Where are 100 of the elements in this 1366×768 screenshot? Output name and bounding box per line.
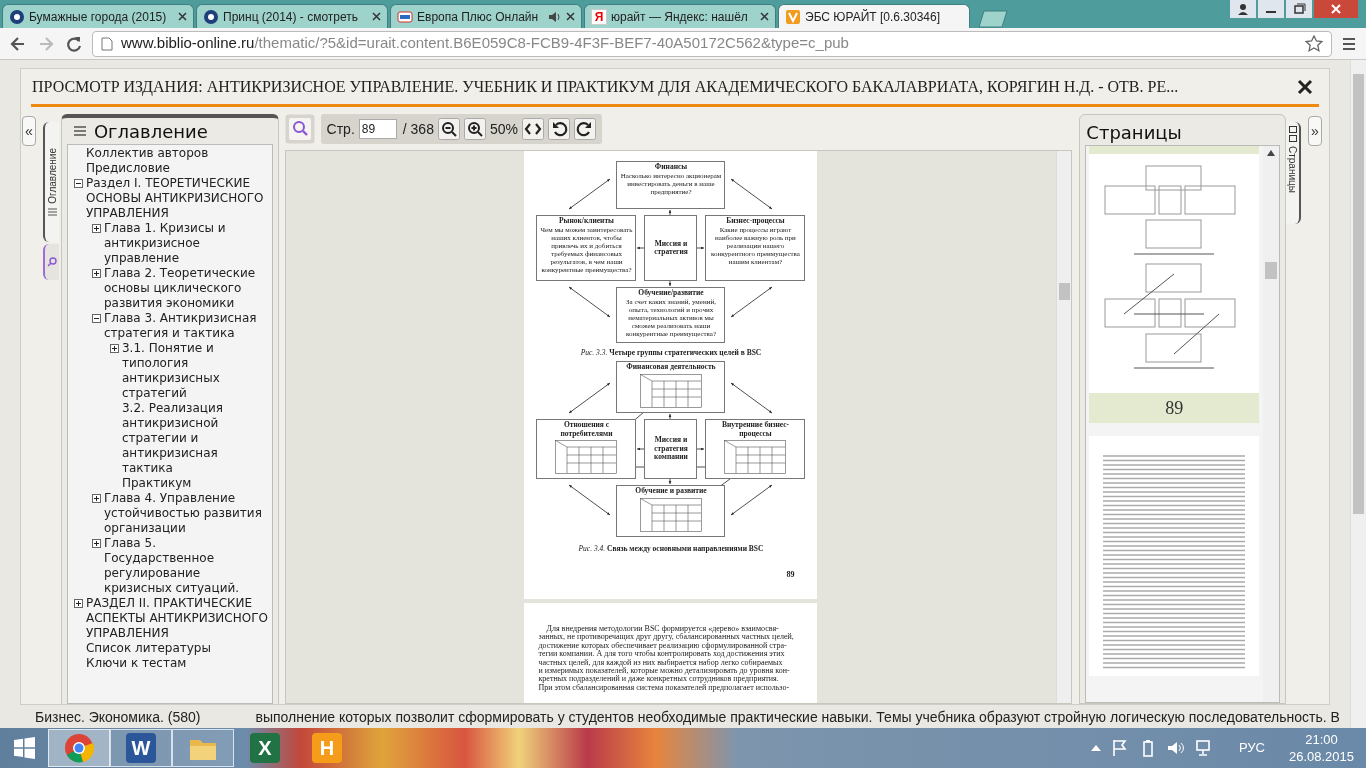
clock-time[interactable]: 21:00: [1305, 731, 1338, 748]
plus-icon[interactable]: [91, 269, 101, 278]
user-icon[interactable]: [1230, 0, 1256, 18]
tab-title: юрайт — Яндекс: нашёл: [611, 8, 748, 26]
plus-icon[interactable]: [91, 539, 101, 548]
radio-favicon: [397, 8, 413, 25]
arrow: [569, 178, 611, 210]
close-icon[interactable]: [1297, 78, 1313, 95]
urait-favicon: [785, 8, 801, 25]
volume-icon[interactable]: [1166, 739, 1185, 757]
page-label: Стр.: [326, 119, 355, 139]
collapse-button[interactable]: «: [22, 116, 36, 146]
side-tab[interactable]: Страницы: [1286, 122, 1302, 224]
page-scrollbar[interactable]: [1350, 60, 1366, 728]
arrow: [731, 484, 773, 516]
toc-item[interactable]: Ключи к тестам: [85, 656, 187, 671]
zoom-in-button[interactable]: [463, 118, 486, 140]
word-icon: W: [126, 733, 156, 763]
restore-button[interactable]: [1286, 0, 1312, 18]
toc-item[interactable]: РАЗДЕЛ II. ПРАКТИЧЕСКИЕ АСПЕКТЫ АНТИКРИЗИСНОГО УПРАВЛЕНИЯ: [85, 596, 270, 641]
page-number: 89: [1164, 397, 1185, 420]
flag-icon[interactable]: [1110, 739, 1129, 757]
close-button[interactable]: [1314, 0, 1358, 18]
plus-icon[interactable]: [109, 344, 119, 353]
tab-title: ЭБС ЮРАЙТ [0.6.30346]: [805, 8, 941, 26]
minimize-button[interactable]: [1258, 0, 1284, 18]
minus-icon[interactable]: [91, 314, 101, 323]
toc-item[interactable]: Глава 5. Государственное регулирование кризисных ситуаций.: [103, 536, 270, 596]
page-thumbnail[interactable]: 89: [1089, 146, 1260, 423]
clock-date[interactable]: 26.08.2015: [1288, 748, 1354, 765]
table-drawing: [639, 497, 702, 532]
fit-width-button[interactable]: [521, 118, 544, 140]
thumbnail-scrollbar[interactable]: [1263, 146, 1280, 702]
plus-icon[interactable]: [73, 599, 83, 608]
page-input[interactable]: 89: [358, 119, 397, 139]
side-tab[interactable]: Оглавление: [43, 122, 59, 242]
table-drawing: [724, 440, 787, 474]
side-tab[interactable]: [43, 244, 59, 280]
plus-icon[interactable]: [91, 494, 101, 503]
scrollbar-thumb[interactable]: [1353, 74, 1364, 514]
search-icon: [47, 257, 57, 267]
zoom-level: 50%: [489, 119, 518, 139]
browser-tab[interactable]: Я юрайт — Яндекс: нашёл: [584, 4, 776, 28]
search-button[interactable]: [284, 114, 315, 144]
toc-item[interactable]: 3.1. Понятие и типология антикризисных стратегий: [121, 341, 270, 401]
arrow: [697, 447, 705, 451]
scrollbar-thumb[interactable]: [1265, 262, 1278, 279]
speaker-icon: [548, 9, 562, 24]
toc-item[interactable]: Глава 1. Кризисы и антикризисное управление: [103, 221, 270, 266]
toc-item[interactable]: Глава 3. Антикризисная стратегия и тактика: [103, 311, 270, 341]
zoom-out-button[interactable]: [437, 118, 460, 140]
toc-item[interactable]: Раздел I. ТЕОРЕТИЧЕСКИЕ ОСНОВЫ АНТИКРИЗИСНОГО УПРАВЛЕНИЯ: [85, 176, 270, 221]
taskbar-item[interactable]: X: [234, 729, 296, 767]
toc-item[interactable]: Практикум: [121, 476, 192, 491]
star-icon[interactable]: [1305, 34, 1323, 53]
close-icon[interactable]: [178, 12, 187, 21]
close-icon[interactable]: [566, 12, 575, 21]
scroll-up-icon[interactable]: [1267, 150, 1276, 156]
arrow: [569, 484, 611, 516]
yandex-favicon: Я: [591, 8, 607, 25]
language-indicator[interactable]: РУС: [1238, 738, 1265, 758]
close-icon[interactable]: [372, 12, 381, 21]
tab-title: Принц (2014) - смотреть: [223, 8, 359, 26]
scrollbar-thumb[interactable]: [1058, 283, 1070, 300]
browser-tab[interactable]: Бумажные города (2015): [2, 4, 194, 28]
arrow: [669, 280, 672, 287]
toc-item[interactable]: Глава 4. Управление устойчивостью развития организации: [103, 491, 270, 536]
show-hidden-icon[interactable]: [1090, 745, 1101, 751]
rotate-left-button[interactable]: [547, 118, 570, 140]
plus-icon[interactable]: [91, 224, 101, 233]
taskbar-item[interactable]: W: [110, 729, 172, 767]
app-icon: H: [312, 733, 342, 763]
arrow: [569, 382, 611, 414]
list-icon: [73, 126, 86, 136]
viewer-scrollbar[interactable]: [1056, 151, 1072, 703]
toc-item[interactable]: Глава 2. Теоретические основы циклического развития экономики: [103, 266, 270, 311]
browser-tab[interactable]: Европа Плюс Онлайн: [390, 4, 582, 28]
toc-item[interactable]: Коллектив авторов: [85, 146, 209, 161]
toc-item[interactable]: 3.2. Реализация антикризисной стратегии и антикризисная тактика: [121, 401, 270, 476]
toc-item[interactable]: Список литературы: [85, 641, 211, 656]
minus-icon[interactable]: [73, 179, 83, 188]
background-text: Бизнес. Экономика. (580): [35, 708, 201, 727]
viewer-title: ПРОСМОТР ИЗДАНИЯ: АНТИКРИЗИСНОЕ УПРАВЛЕНИЕ. УЧЕБНИК И ПРАКТИКУМ ДЛЯ АКАДЕМИЧЕСКОГО БАКАЛАВРИАТА, КОРЯГИН Н.Д. - ОТВ. РЕ...: [32, 76, 1179, 98]
arrow: [637, 447, 645, 451]
arrow: [697, 246, 705, 250]
toc-item[interactable]: Предисловие: [85, 161, 170, 176]
panel-title: Оглавление: [93, 119, 208, 144]
taskbar-item[interactable]: [48, 729, 110, 767]
browser-tab[interactable]: Принц (2014) - смотреть: [196, 4, 388, 28]
page-total: / 368: [402, 119, 434, 139]
expand-button[interactable]: »: [1308, 116, 1322, 146]
page-number: 89: [786, 569, 795, 581]
rotate-right-button[interactable]: [573, 118, 596, 140]
arrow: [637, 246, 645, 250]
background-text: выполнение которых позволит сформировать у студентов необходимые практические навыки. Темы учебника образуют стройную логическую последовательность. В: [255, 708, 1340, 727]
browser-tab[interactable]: ЭБС ЮРАЙТ [0.6.30346]: [778, 4, 970, 28]
network-icon[interactable]: [1194, 739, 1213, 757]
film-favicon: [203, 8, 219, 25]
address-field[interactable]: www.biblio-online.ru/thematic/?5&id=urait.content.B6E059C8-FCB9-4F3F-BEF7-40A50172C562&type=c_pub: [92, 30, 1332, 57]
close-icon[interactable]: [760, 12, 769, 21]
